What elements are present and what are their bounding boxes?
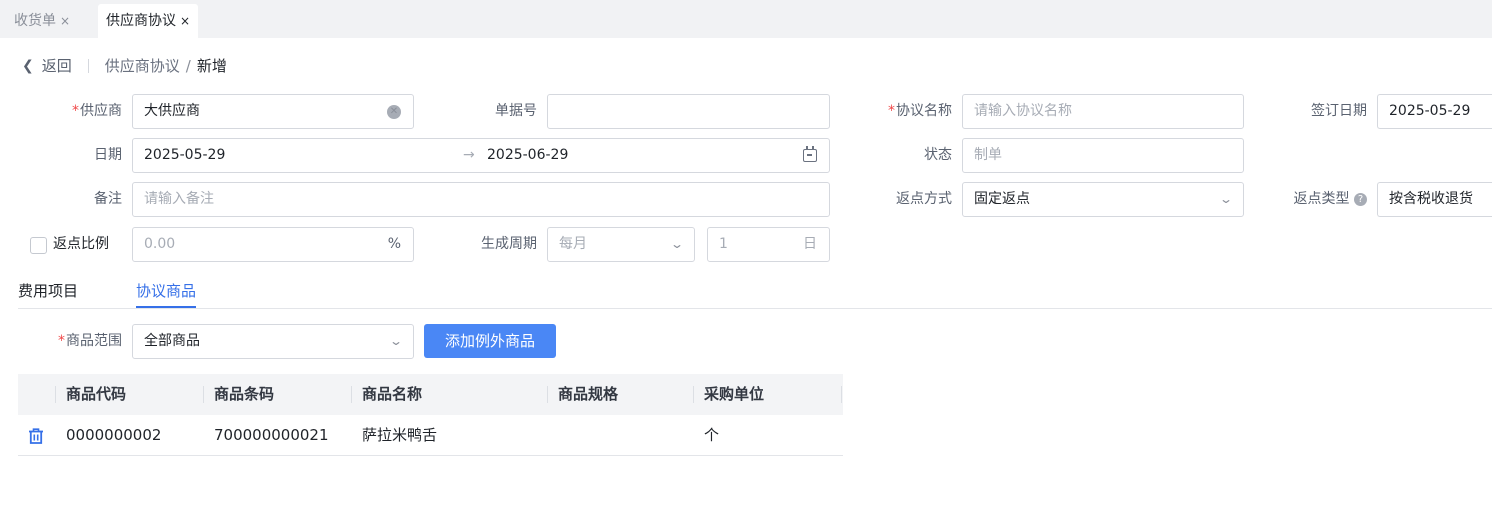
calendar-icon[interactable] [803, 146, 817, 162]
cycle-day-input[interactable]: 1 日 [707, 227, 830, 262]
column-header: 商品条码 [214, 385, 275, 403]
sign-date-picker[interactable]: 2025-05-29 [1377, 94, 1492, 129]
status-field: 制单 [962, 138, 1244, 173]
arrow-right-icon: → [463, 147, 475, 163]
rebate-method-label: 返点方式 [896, 191, 952, 207]
sign-date-label: 签订日期 [1311, 103, 1367, 119]
supplier-label: *供应商 [72, 103, 122, 119]
cycle-day-placeholder: 1 [719, 236, 728, 252]
remark-label: 备注 [94, 191, 122, 207]
tab-label: 收货单 [14, 13, 56, 29]
close-icon[interactable]: × [60, 14, 70, 28]
supplier-value: 大供应商 [144, 103, 200, 119]
breadcrumb-parent[interactable]: 供应商协议 [105, 54, 180, 78]
tab-label: 供应商协议 [106, 13, 176, 29]
status-label: 状态 [924, 147, 952, 163]
goods-scope-label: *商品范围 [58, 333, 122, 349]
tab-expense-items[interactable]: 费用项目 [18, 280, 78, 308]
date-label: 日期 [94, 147, 122, 163]
back-button[interactable]: ❮ 返回 [22, 54, 72, 78]
chevron-down-icon: ⌄ [669, 237, 685, 251]
remark-placeholder: 请输入备注 [144, 191, 214, 207]
rebate-ratio-input[interactable]: 0.00 % [132, 227, 414, 262]
doc-no-label: 单据号 [495, 103, 537, 119]
table-header: 商品代码 商品条码 商品名称 商品规格 采购单位 [18, 374, 843, 415]
cell-unit: 个 [704, 426, 720, 444]
doc-no-input[interactable] [547, 94, 830, 129]
goods-table: 商品代码 商品条码 商品名称 商品规格 采购单位 0000000002 7000… [18, 374, 843, 456]
breadcrumb-current: 新增 [196, 57, 227, 75]
column-divider [351, 386, 352, 403]
date-end: 2025-06-29 [487, 147, 569, 163]
table-row: 0000000002 700000000021 萨拉米鸭舌 个 [18, 415, 843, 456]
rebate-ratio-checkbox[interactable] [30, 237, 47, 254]
help-icon[interactable]: ? [1354, 192, 1367, 206]
tab-receipt[interactable]: 收货单 × [6, 4, 78, 38]
column-divider [693, 386, 694, 403]
column-divider [55, 386, 56, 403]
breadcrumb: ❮ 返回 供应商协议 / 新增 [22, 54, 227, 78]
agreement-name-placeholder: 请输入协议名称 [974, 103, 1072, 119]
close-icon[interactable]: × [180, 14, 190, 28]
divider [87, 59, 89, 73]
column-header: 商品规格 [558, 385, 619, 403]
cell-code: 0000000002 [66, 426, 162, 444]
tab-bar: 收货单 × 供应商协议 × [0, 0, 1492, 38]
column-header: 商品名称 [362, 385, 423, 403]
status-value: 制单 [974, 147, 1002, 163]
rebate-type-label: 返点类型 ? [1250, 182, 1367, 216]
column-header: 商品代码 [66, 385, 127, 403]
date-start: 2025-05-29 [144, 147, 226, 163]
rebate-ratio-placeholder: 0.00 [144, 236, 176, 252]
goods-scope-value: 全部商品 [144, 333, 200, 349]
chevron-down-icon: ⌄ [1218, 192, 1234, 206]
percent-unit: % [387, 236, 401, 252]
rebate-method-select[interactable]: 固定返点 ⌄ [962, 182, 1244, 217]
column-divider [841, 386, 842, 403]
column-divider [547, 386, 548, 403]
chevron-left-icon: ❮ [22, 58, 34, 74]
rebate-type-value: 按含税收退货 [1389, 191, 1473, 207]
cycle-select[interactable]: 每月 ⌄ [547, 227, 695, 262]
cell-barcode: 700000000021 [214, 426, 329, 444]
day-unit: 日 [803, 236, 817, 252]
column-header: 采购单位 [704, 385, 765, 403]
cycle-label: 生成周期 [481, 236, 537, 252]
breadcrumb-separator: / [185, 57, 191, 75]
rebate-type-select[interactable]: 按含税收退货 [1377, 182, 1492, 217]
remark-input[interactable]: 请输入备注 [132, 182, 830, 217]
column-divider [203, 386, 204, 403]
cycle-value: 每月 [559, 236, 587, 252]
clear-icon[interactable]: ✕ [387, 105, 401, 119]
add-exception-goods-button[interactable]: 添加例外商品 [424, 324, 556, 358]
supplier-select[interactable]: 大供应商 ✕ [132, 94, 414, 129]
tab-agreement-goods[interactable]: 协议商品 [136, 280, 197, 308]
agreement-name-input[interactable]: 请输入协议名称 [962, 94, 1244, 129]
goods-scope-select[interactable]: 全部商品 ⌄ [132, 324, 414, 359]
chevron-down-icon: ⌄ [388, 334, 404, 348]
agreement-name-label: *协议名称 [888, 103, 952, 119]
rebate-ratio-label: 返点比例 [53, 236, 109, 252]
detail-tabs: 费用项目 协议商品 [18, 270, 1492, 309]
tab-supplier-agreement[interactable]: 供应商协议 × [98, 4, 199, 38]
rebate-method-value: 固定返点 [974, 191, 1030, 207]
date-range-picker[interactable]: 2025-05-29 → 2025-06-29 [132, 138, 830, 173]
trash-icon[interactable] [28, 428, 44, 444]
cell-name: 萨拉米鸭舌 [362, 426, 438, 444]
back-label: 返回 [41, 57, 72, 75]
